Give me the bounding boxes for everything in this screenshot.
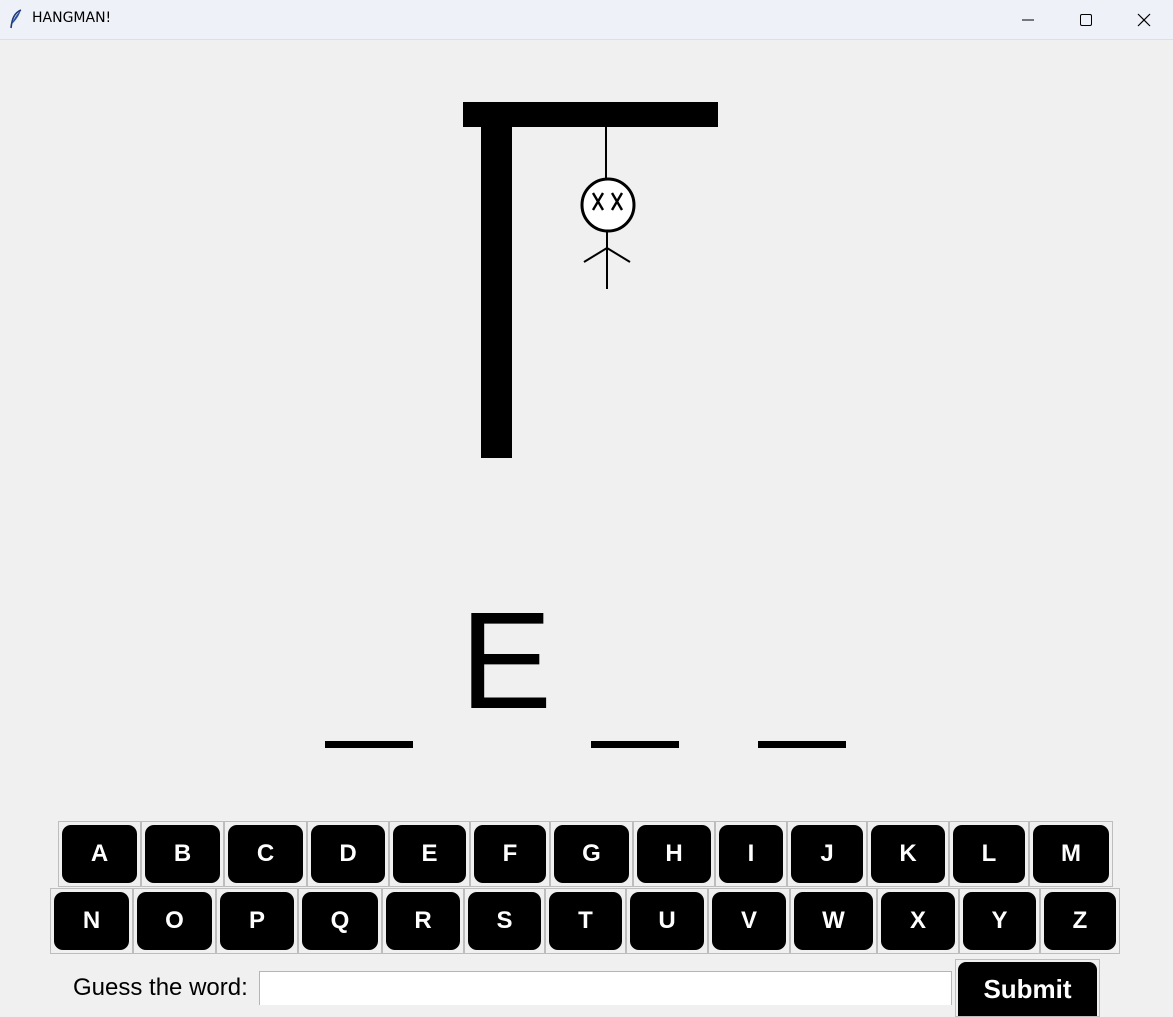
letter-key-label: W bbox=[794, 892, 873, 950]
letter-key-label: X bbox=[881, 892, 955, 950]
hangman-drawing bbox=[463, 102, 718, 458]
letter-key-label: N bbox=[54, 892, 129, 950]
letter-key-z[interactable]: Z bbox=[1040, 888, 1120, 954]
letter-key-label: I bbox=[719, 825, 783, 883]
letter-key-n[interactable]: N bbox=[50, 888, 133, 954]
letter-key-y[interactable]: Y bbox=[959, 888, 1040, 954]
maximize-icon bbox=[1080, 14, 1092, 26]
letter-key-label: F bbox=[474, 825, 546, 883]
letter-key-label: O bbox=[137, 892, 212, 950]
letter-key-l[interactable]: L bbox=[949, 821, 1029, 887]
letter-key-f[interactable]: F bbox=[470, 821, 550, 887]
feather-icon bbox=[10, 9, 22, 29]
slot-underline bbox=[591, 741, 679, 748]
letter-key-d[interactable]: D bbox=[307, 821, 389, 887]
maximize-button[interactable] bbox=[1057, 0, 1115, 39]
hangman-head bbox=[580, 177, 636, 233]
revealed-letter: E bbox=[460, 584, 553, 738]
letter-key-label: S bbox=[468, 892, 541, 950]
letter-key-label: H bbox=[637, 825, 711, 883]
hangman-window: HANGMAN! E A B C D E F G H I J K L M N O… bbox=[0, 0, 1173, 1017]
letter-key-w[interactable]: W bbox=[790, 888, 877, 954]
letter-key-s[interactable]: S bbox=[464, 888, 545, 954]
letter-key-label: M bbox=[1033, 825, 1109, 883]
word-display: E bbox=[0, 590, 1173, 760]
letter-key-label: U bbox=[630, 892, 704, 950]
minimize-icon bbox=[1022, 19, 1034, 21]
close-icon bbox=[1137, 13, 1151, 27]
letter-key-m[interactable]: M bbox=[1029, 821, 1113, 887]
letter-key-g[interactable]: G bbox=[550, 821, 633, 887]
close-button[interactable] bbox=[1115, 0, 1173, 39]
letter-key-a[interactable]: A bbox=[58, 821, 141, 887]
letter-key-h[interactable]: H bbox=[633, 821, 715, 887]
letter-key-label: V bbox=[712, 892, 786, 950]
letter-key-x[interactable]: X bbox=[877, 888, 959, 954]
letter-key-label: D bbox=[311, 825, 385, 883]
letter-key-label: G bbox=[554, 825, 629, 883]
letter-key-q[interactable]: Q bbox=[298, 888, 382, 954]
letter-key-p[interactable]: P bbox=[216, 888, 298, 954]
letter-key-o[interactable]: O bbox=[133, 888, 216, 954]
letter-key-j[interactable]: J bbox=[787, 821, 867, 887]
guess-input[interactable] bbox=[259, 971, 952, 1005]
letter-key-u[interactable]: U bbox=[626, 888, 708, 954]
submit-button-label: Submit bbox=[958, 962, 1097, 1016]
letter-key-label: B bbox=[145, 825, 220, 883]
letter-key-label: P bbox=[220, 892, 294, 950]
letter-key-r[interactable]: R bbox=[382, 888, 464, 954]
slot-underline bbox=[758, 741, 846, 748]
letter-key-label: J bbox=[791, 825, 863, 883]
letter-key-label: R bbox=[386, 892, 460, 950]
letter-key-label: A bbox=[62, 825, 137, 883]
letter-key-label: T bbox=[549, 892, 622, 950]
letter-key-b[interactable]: B bbox=[141, 821, 224, 887]
letter-key-label: Y bbox=[963, 892, 1036, 950]
gallows-post bbox=[481, 102, 512, 458]
letter-key-label: Z bbox=[1044, 892, 1116, 950]
letter-key-v[interactable]: V bbox=[708, 888, 790, 954]
letter-key-i[interactable]: I bbox=[715, 821, 787, 887]
letter-key-e[interactable]: E bbox=[389, 821, 470, 887]
hangman-left-arm bbox=[583, 247, 608, 263]
letter-key-label: L bbox=[953, 825, 1025, 883]
letter-key-label: E bbox=[393, 825, 466, 883]
hangman-right-arm bbox=[606, 247, 631, 263]
letter-key-t[interactable]: T bbox=[545, 888, 626, 954]
letter-key-k[interactable]: K bbox=[867, 821, 949, 887]
letter-key-c[interactable]: C bbox=[224, 821, 307, 887]
guess-label: Guess the word: bbox=[73, 974, 248, 1001]
letter-key-label: Q bbox=[302, 892, 378, 950]
window-title: HANGMAN! bbox=[32, 10, 112, 26]
submit-button[interactable]: Submit bbox=[955, 959, 1100, 1017]
letter-key-label: C bbox=[228, 825, 303, 883]
letter-key-label: K bbox=[871, 825, 945, 883]
minimize-button[interactable] bbox=[999, 0, 1057, 39]
slot-underline bbox=[325, 741, 413, 748]
title-bar: HANGMAN! bbox=[0, 0, 1173, 40]
